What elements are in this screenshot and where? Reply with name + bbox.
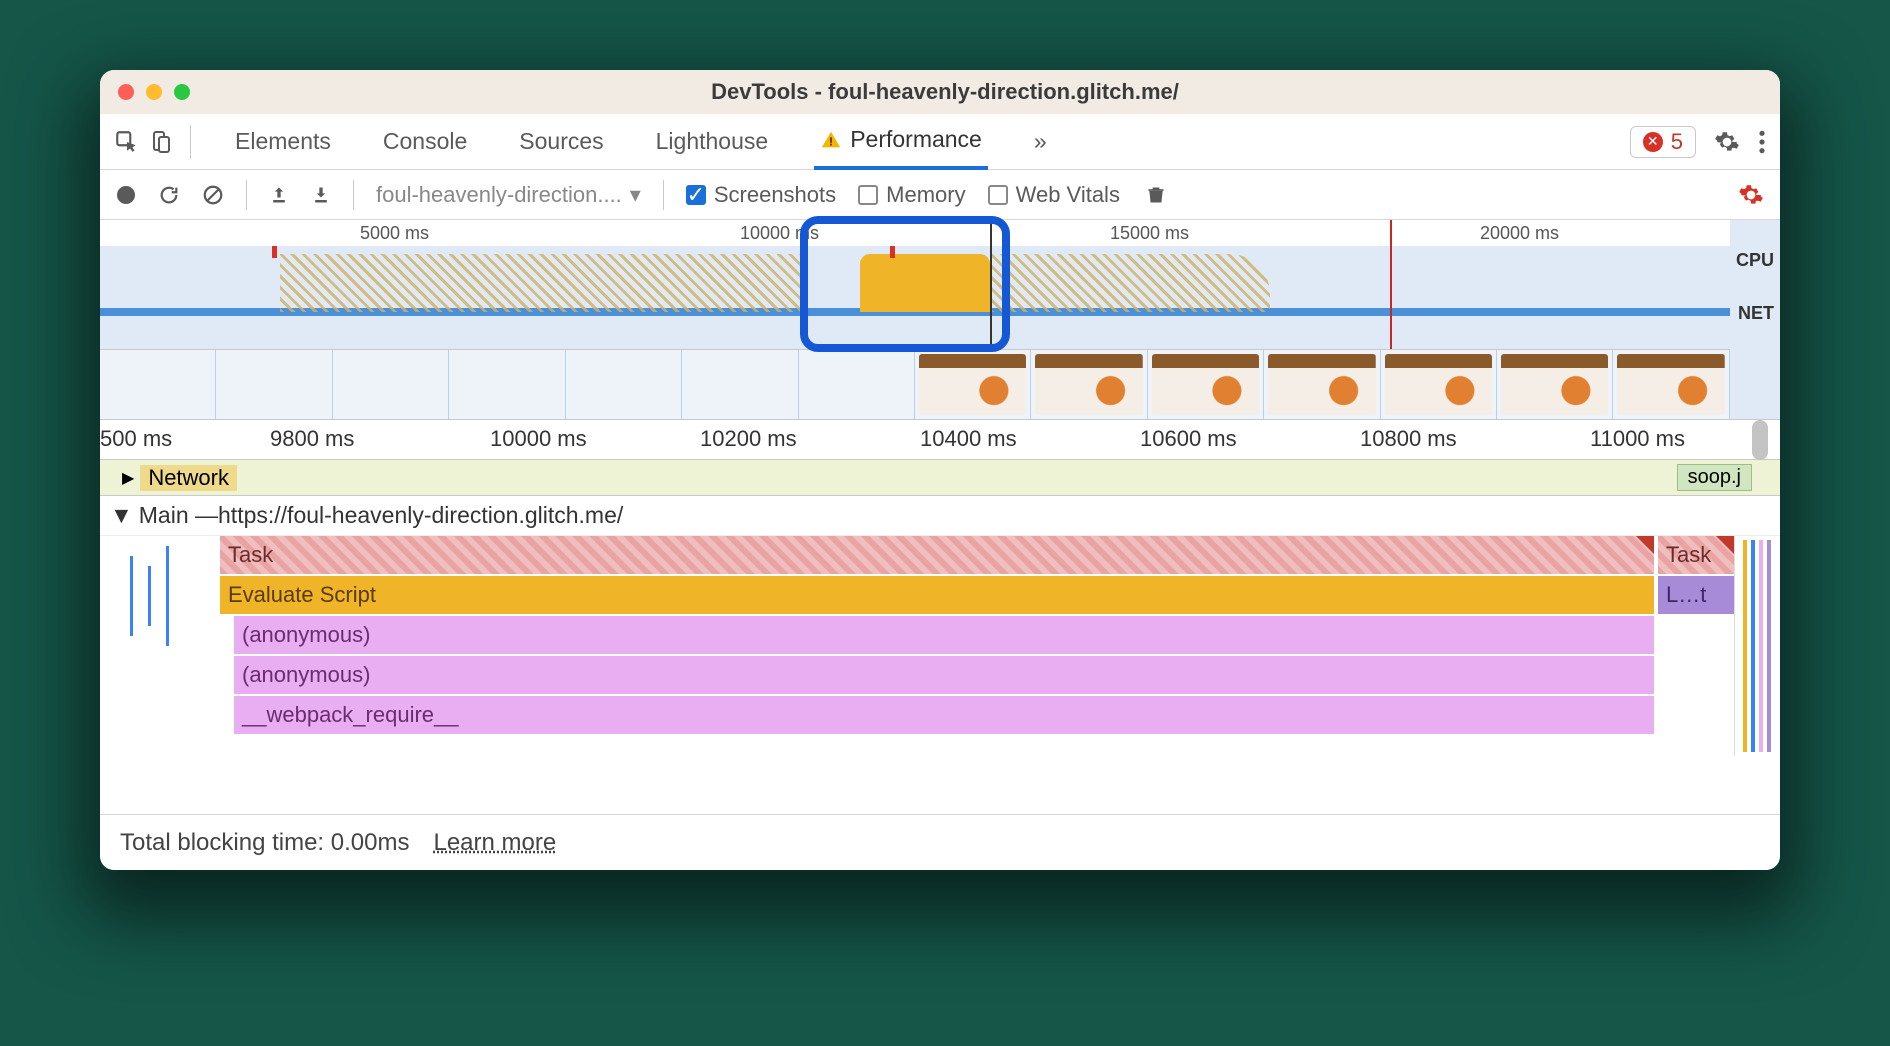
- error-icon: ✕: [1643, 132, 1663, 152]
- axis-tick: 20000 ms: [1480, 223, 1559, 244]
- kebab-menu-icon[interactable]: [1758, 129, 1766, 155]
- window-titlebar: DevTools - foul-heavenly-direction.glitc…: [100, 70, 1780, 114]
- flame-chart[interactable]: Task Task Evaluate Script L…t: [100, 536, 1780, 756]
- flame-evaluate-script[interactable]: Evaluate Script: [220, 576, 1654, 614]
- devtools-window: DevTools - foul-heavenly-direction.glitc…: [100, 70, 1780, 870]
- perf-toolbar: foul-heavenly-direction.... ▾ ✓ Screensh…: [100, 170, 1780, 220]
- flame-layout[interactable]: L…t: [1658, 576, 1734, 614]
- flame-minimap: [1734, 536, 1780, 756]
- long-task-indicator-icon: [1716, 536, 1734, 554]
- checkbox-icon: [988, 185, 1008, 205]
- flame-webpack-label: __webpack_require__: [242, 702, 459, 728]
- ruler-tick: 10000 ms: [490, 426, 587, 452]
- clear-icon[interactable]: [202, 184, 224, 206]
- ruler-tick: 10600 ms: [1140, 426, 1237, 452]
- flame-anonymous-2[interactable]: (anonymous): [234, 656, 1654, 694]
- cpu-label: CPU: [1736, 250, 1774, 271]
- network-file-pill[interactable]: soop.j: [1677, 464, 1752, 491]
- settings-gear-icon[interactable]: [1714, 129, 1740, 155]
- upload-profile-icon[interactable]: [269, 184, 289, 206]
- page-select[interactable]: foul-heavenly-direction.... ▾: [376, 182, 641, 208]
- selection-highlight: [800, 216, 1010, 352]
- detail-ruler[interactable]: 500 ms 9800 ms 10000 ms 10200 ms 10400 m…: [100, 420, 1780, 460]
- learn-more-link[interactable]: Learn more: [433, 829, 556, 857]
- net-label: NET: [1736, 303, 1774, 324]
- cpu-hatch: [990, 254, 1270, 312]
- memory-checkbox[interactable]: Memory: [858, 182, 965, 208]
- capture-settings-gear-icon[interactable]: [1738, 182, 1764, 208]
- download-profile-icon[interactable]: [311, 184, 331, 206]
- tab-console[interactable]: Console: [377, 113, 473, 170]
- flame-task-2[interactable]: Task: [1658, 536, 1734, 574]
- disclosure-right-icon[interactable]: ▶: [122, 468, 134, 488]
- trash-icon[interactable]: [1146, 184, 1166, 206]
- long-task-marker: [272, 246, 277, 258]
- reload-icon[interactable]: [158, 184, 180, 206]
- ruler-tick: 9800 ms: [270, 426, 354, 452]
- main-prefix: Main —: [139, 502, 218, 529]
- memory-label: Memory: [886, 182, 965, 208]
- screenshots-checkbox[interactable]: ✓ Screenshots: [686, 182, 836, 208]
- ruler-tick: 500 ms: [100, 426, 172, 452]
- tab-elements[interactable]: Elements: [229, 113, 337, 170]
- close-window-icon[interactable]: [118, 84, 134, 100]
- scrollbar-thumb[interactable]: [1752, 420, 1768, 460]
- device-toolbar-icon[interactable]: [148, 129, 172, 155]
- tabs-overflow[interactable]: »: [1028, 113, 1053, 170]
- flame-webpack-require[interactable]: __webpack_require__: [234, 696, 1654, 734]
- filmstrip: [100, 349, 1730, 419]
- chevron-down-icon: ▾: [630, 182, 641, 208]
- ruler-tick: 10200 ms: [700, 426, 797, 452]
- flame-left-gutter: [100, 536, 220, 756]
- window-title: DevTools - foul-heavenly-direction.glitc…: [190, 79, 1780, 105]
- summary-footer: Total blocking time: 0.00ms Learn more: [100, 814, 1780, 870]
- main-track-header[interactable]: ▼ Main — https://foul-heavenly-direction…: [100, 496, 1780, 536]
- webvitals-label: Web Vitals: [1016, 182, 1120, 208]
- network-track[interactable]: ▶ Network soop.j: [100, 460, 1780, 496]
- page-select-label: foul-heavenly-direction....: [376, 182, 622, 208]
- main-url: https://foul-heavenly-direction.glitch.m…: [218, 502, 623, 529]
- flame-anon2-label: (anonymous): [242, 662, 370, 688]
- flame-task-label: Task: [228, 542, 273, 568]
- tab-performance-label: Performance: [850, 126, 982, 153]
- axis-tick: 5000 ms: [360, 223, 429, 244]
- network-label: Network: [140, 465, 237, 491]
- minimize-window-icon[interactable]: [146, 84, 162, 100]
- tab-performance[interactable]: Performance: [814, 113, 988, 170]
- overview-track-labels: CPU NET: [1736, 250, 1774, 356]
- cpu-hatch: [280, 254, 800, 312]
- flame-layout-label: L…t: [1666, 582, 1706, 608]
- ruler-tick: 10800 ms: [1360, 426, 1457, 452]
- error-count: 5: [1671, 129, 1683, 155]
- flame-task[interactable]: Task: [220, 536, 1654, 574]
- webvitals-checkbox[interactable]: Web Vitals: [988, 182, 1120, 208]
- flame-task2-label: Task: [1666, 542, 1711, 568]
- ruler-tick: 10400 ms: [920, 426, 1017, 452]
- checkbox-icon: [858, 185, 878, 205]
- disclosure-down-icon[interactable]: ▼: [110, 502, 133, 529]
- axis-tick: 15000 ms: [1110, 223, 1189, 244]
- flame-anonymous-1[interactable]: (anonymous): [234, 616, 1654, 654]
- panel-tabs-row: Elements Console Sources Lighthouse Perf…: [100, 114, 1780, 170]
- flame-anon1-label: (anonymous): [242, 622, 370, 648]
- ruler-tick: 11000 ms: [1590, 426, 1685, 452]
- flame-eval-label: Evaluate Script: [228, 582, 376, 608]
- total-blocking-time: Total blocking time: 0.00ms: [120, 829, 409, 857]
- traffic-lights: [118, 84, 190, 100]
- tab-lighthouse[interactable]: Lighthouse: [650, 113, 775, 170]
- overview-timeline[interactable]: 5000 ms 10000 ms 15000 ms 20000 ms CPU N…: [100, 220, 1780, 420]
- zoom-window-icon[interactable]: [174, 84, 190, 100]
- warning-icon: [820, 129, 842, 151]
- inspect-element-icon[interactable]: [114, 129, 140, 155]
- screenshots-label: Screenshots: [714, 182, 836, 208]
- long-task-indicator-icon: [1636, 536, 1654, 554]
- error-count-pill[interactable]: ✕ 5: [1630, 126, 1696, 158]
- tab-sources[interactable]: Sources: [513, 113, 609, 170]
- checkbox-checked-icon: ✓: [686, 185, 706, 205]
- record-icon[interactable]: [116, 185, 136, 205]
